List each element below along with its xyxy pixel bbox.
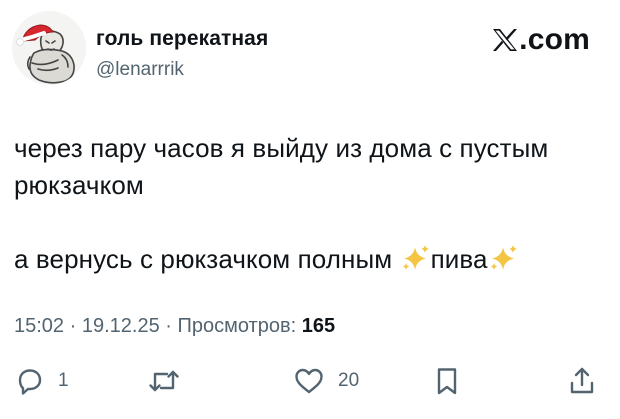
tweet-line: а вернусь с рюкзачком полным пива xyxy=(14,241,604,278)
share-icon xyxy=(570,367,594,394)
brand-logo: .com xyxy=(492,23,590,57)
reply-count: 1 xyxy=(58,370,69,391)
avatar-drawing-icon xyxy=(16,24,75,84)
sparkles-icon xyxy=(490,245,517,270)
x-logo-icon xyxy=(493,29,518,51)
reply-icon xyxy=(18,369,42,395)
separator-dot: · xyxy=(69,315,82,337)
tweet-fragment: пива xyxy=(430,244,488,274)
author-handle[interactable]: @lenarrrik xyxy=(96,59,184,81)
views-count: 165 xyxy=(301,315,336,337)
avatar[interactable] xyxy=(12,11,86,85)
retweet-icon xyxy=(149,370,179,392)
tweet-text: через пару часов я выйду из дома с пусты… xyxy=(14,130,604,278)
tweet-line: рюкзачком xyxy=(14,170,144,200)
tweet-date[interactable]: 19.12.25 xyxy=(82,315,160,337)
bookmark-icon xyxy=(437,368,457,395)
bookmark-button[interactable] xyxy=(433,365,461,397)
sparkles-icon xyxy=(402,245,429,270)
tweet-meta: 15:02 · 19.12.25 · Просмотров: 165 xyxy=(14,315,335,338)
like-count: 20 xyxy=(338,370,360,391)
separator-dot: · xyxy=(165,315,178,337)
like-icon xyxy=(295,368,323,394)
tweet-fragment: а вернусь с рюкзачком полным xyxy=(14,244,400,274)
retweet-button[interactable] xyxy=(146,365,182,397)
brand-domain: .com xyxy=(519,23,590,56)
reply-button[interactable]: 1 xyxy=(14,365,69,397)
share-button[interactable] xyxy=(567,365,597,397)
like-button[interactable]: 20 xyxy=(292,365,359,397)
tweet-time[interactable]: 15:02 xyxy=(14,315,64,337)
author-display-name[interactable]: голь перекатная xyxy=(96,27,268,51)
tweet-line: через пару часов я выйду из дома с пусты… xyxy=(14,133,549,163)
views-label: Просмотров: xyxy=(177,315,297,337)
